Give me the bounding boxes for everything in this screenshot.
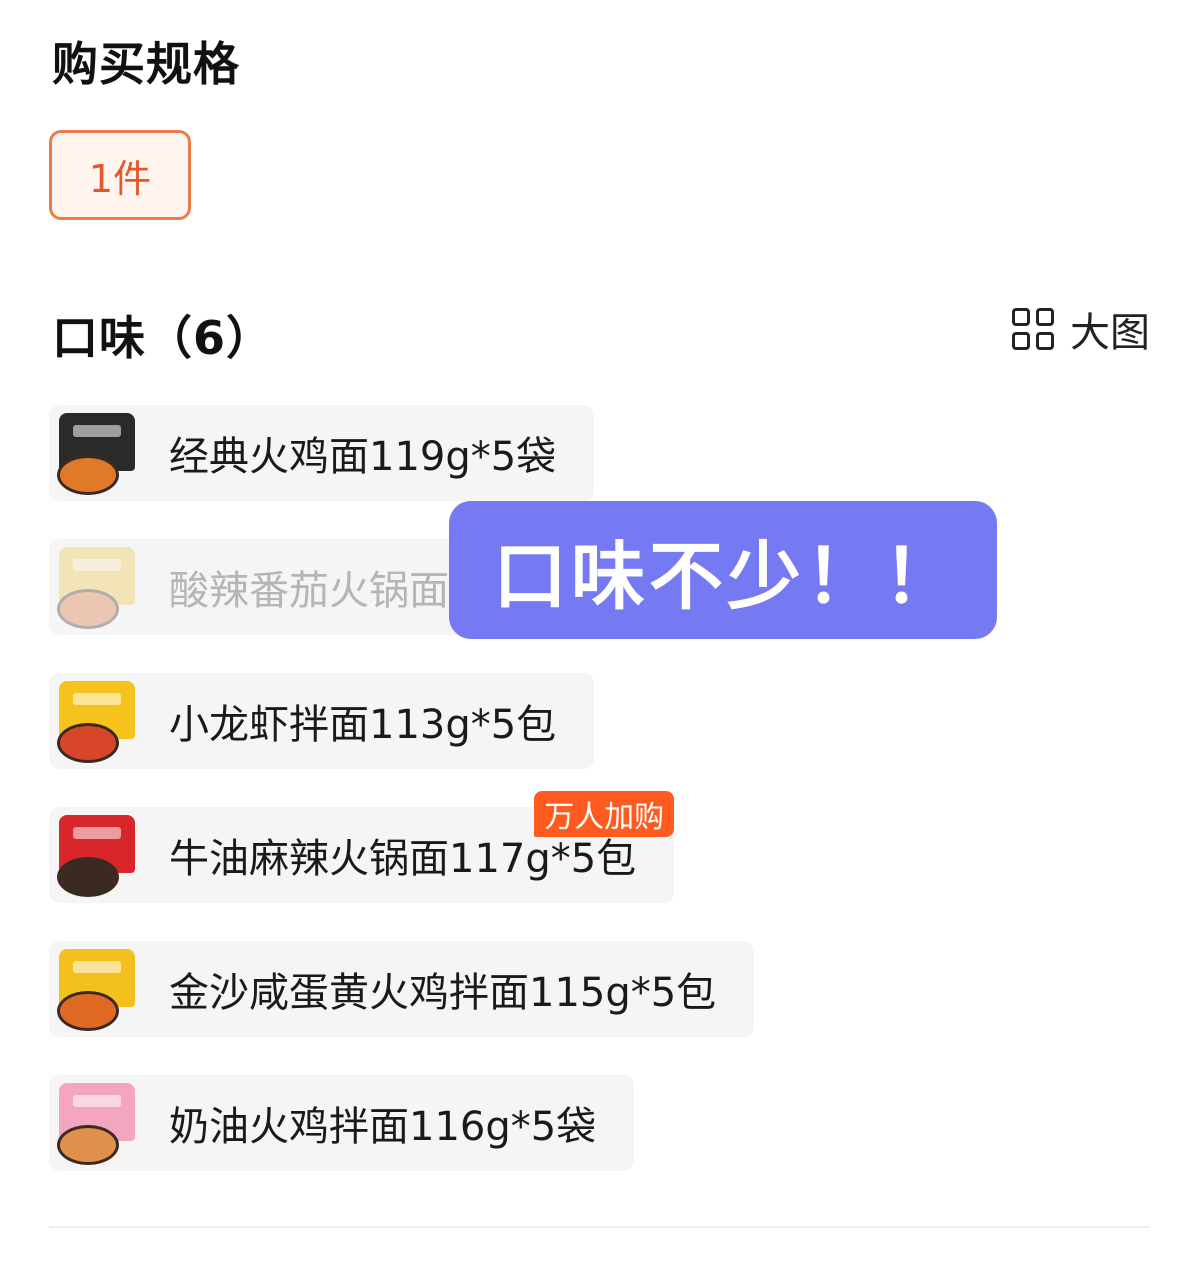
product-thumbnail <box>51 675 143 767</box>
spec-section-title: 购买规格 <box>52 37 240 91</box>
product-thumbnail <box>51 809 143 901</box>
product-thumbnail <box>51 541 143 633</box>
flavor-option-butter-hotpot[interactable]: 牛油麻辣火锅面117g*5包 万人加购 <box>49 791 675 903</box>
flavor-name: 奶油火鸡拌面116g*5袋 <box>169 1104 597 1150</box>
view-toggle-label: 大图 <box>1070 310 1150 356</box>
flavor-option-cream[interactable]: 奶油火鸡拌面116g*5袋 <box>49 1075 635 1171</box>
popular-badge: 万人加购 <box>534 791 675 837</box>
flavor-name: 经典火鸡面119g*5袋 <box>169 434 557 480</box>
product-thumbnail <box>51 1077 143 1169</box>
divider <box>49 1226 1150 1228</box>
spec-option-label: 1件 <box>88 156 152 201</box>
large-image-view-toggle[interactable]: 大图 <box>1012 304 1150 356</box>
flavor-name: 金沙咸蛋黄火鸡拌面115g*5包 <box>169 970 717 1016</box>
flavor-option-salted-egg-yolk[interactable]: 金沙咸蛋黄火鸡拌面115g*5包 <box>49 941 755 1037</box>
product-thumbnail <box>51 407 143 499</box>
overlay-caption-banner: 口味不少！！ <box>449 501 997 639</box>
spec-option-1-piece[interactable]: 1件 <box>49 130 191 220</box>
flavor-section-title: 口味（6） <box>52 311 274 365</box>
flavor-option-classic[interactable]: 经典火鸡面119g*5袋 <box>49 405 595 501</box>
flavor-option-crayfish[interactable]: 小龙虾拌面113g*5包 <box>49 673 595 769</box>
grid-icon <box>1012 308 1054 350</box>
flavor-name: 小龙虾拌面113g*5包 <box>169 702 557 748</box>
product-thumbnail <box>51 943 143 1035</box>
